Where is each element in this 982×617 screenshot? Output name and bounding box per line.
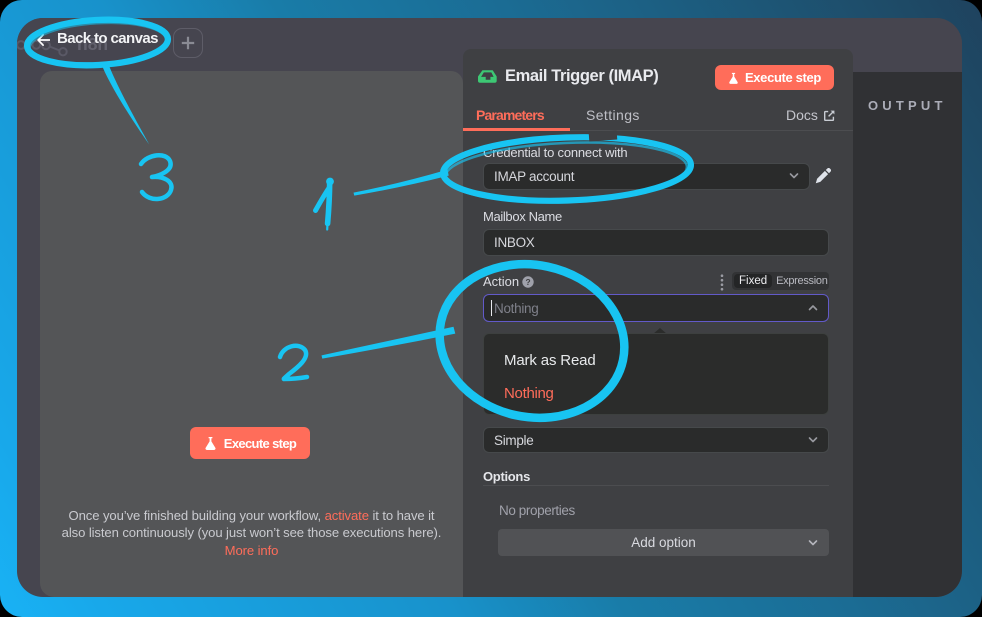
svg-text:?: ? (525, 277, 530, 287)
